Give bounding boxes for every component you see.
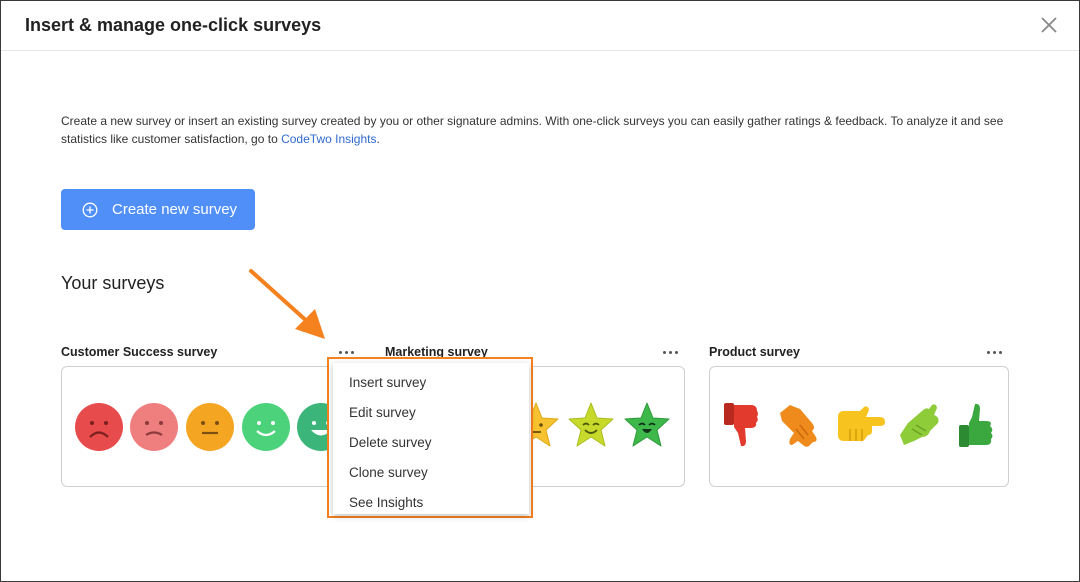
customer-success-survey-title: Customer Success survey <box>61 345 218 359</box>
dialog-title: Insert & manage one-click surveys <box>25 15 322 35</box>
marketing-more-button[interactable] <box>661 344 681 360</box>
thumbs-down-icon[interactable] <box>724 403 758 447</box>
happy-face-icon[interactable] <box>242 403 290 451</box>
menu-item-edit-survey[interactable]: Edit survey <box>349 405 416 420</box>
face-rating-row <box>75 403 335 451</box>
thumb-sideways-icon[interactable] <box>838 406 885 442</box>
close-icon[interactable] <box>1038 14 1060 36</box>
product-survey-title: Product survey <box>709 345 801 359</box>
survey-context-menu-highlight: Insert survey Edit survey Delete survey … <box>327 357 533 518</box>
product-more-button[interactable] <box>985 344 1005 360</box>
survey-context-menu: Insert survey Edit survey Delete survey … <box>333 363 529 514</box>
very-happy-star-icon[interactable] <box>624 402 670 447</box>
menu-item-see-insights[interactable]: See Insights <box>349 495 423 510</box>
intro-text: Create a new survey or insert an existin… <box>61 112 1011 148</box>
intro-body: Create a new survey or insert an existin… <box>61 114 1004 146</box>
happy-star-icon[interactable] <box>568 402 614 447</box>
pointer-arrow-icon <box>249 269 325 339</box>
menu-item-clone-survey[interactable]: Clone survey <box>349 465 428 480</box>
menu-item-insert-survey[interactable]: Insert survey <box>349 375 426 390</box>
very-sad-face-icon[interactable] <box>75 403 123 451</box>
thumb-down-tilted-icon[interactable] <box>780 405 817 447</box>
menu-item-delete-survey[interactable]: Delete survey <box>349 435 432 450</box>
create-new-survey-label: Create new survey <box>112 201 238 218</box>
codetwo-insights-link[interactable]: CodeTwo Insights <box>281 132 376 146</box>
sad-face-icon[interactable] <box>130 403 178 451</box>
star-rating-row <box>513 402 670 447</box>
dialog-header: Insert & manage one-click surveys <box>1 1 1079 51</box>
plus-circle-icon <box>82 202 98 217</box>
neutral-face-icon[interactable] <box>186 403 234 451</box>
intro-suffix: . <box>376 132 380 146</box>
thumb-up-tilted-icon[interactable] <box>900 404 939 445</box>
thumbs-up-icon[interactable] <box>959 403 993 447</box>
thumb-rating-row <box>724 403 993 447</box>
survey-dialog: Insert & manage one-click surveys Create… <box>0 0 1080 582</box>
your-surveys-heading: Your surveys <box>61 273 165 293</box>
create-new-survey-button[interactable]: Create new survey <box>61 189 255 230</box>
